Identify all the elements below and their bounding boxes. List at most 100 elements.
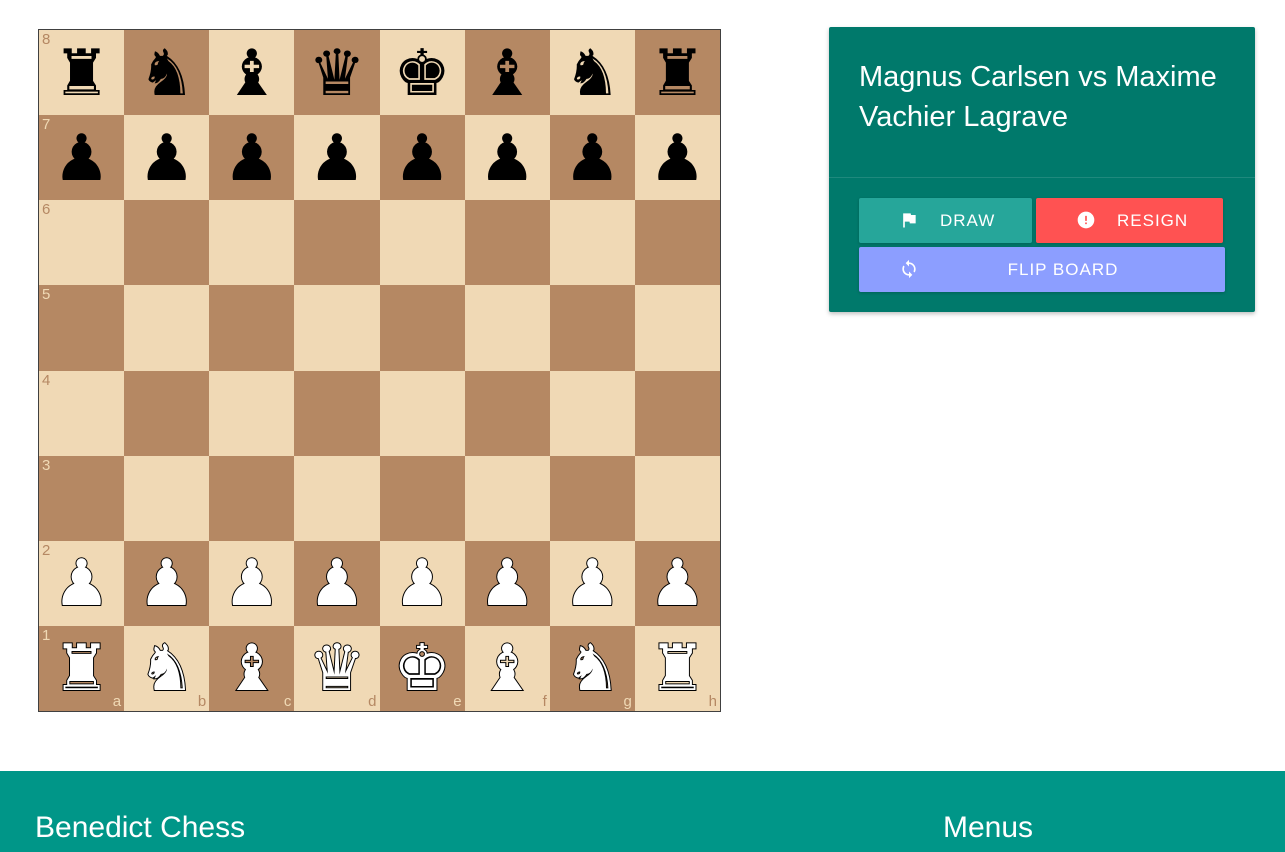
square-b6[interactable] (124, 200, 210, 286)
black-knight-icon[interactable]: ♞ (138, 42, 195, 106)
square-e8[interactable]: ♚ (379, 30, 465, 116)
black-knight-icon[interactable]: ♞ (564, 42, 621, 106)
square-b3[interactable] (124, 455, 210, 541)
square-f5[interactable] (464, 285, 550, 371)
white-pawn-icon[interactable]: ♟ (563, 551, 622, 617)
black-pawn-icon[interactable]: ♟ (479, 127, 536, 191)
square-b2[interactable]: ♟ (124, 540, 210, 626)
square-d7[interactable]: ♟ (294, 115, 380, 201)
white-knight-icon[interactable]: ♞ (563, 636, 622, 702)
black-bishop-icon[interactable]: ♝ (223, 42, 280, 106)
black-king-icon[interactable]: ♚ (393, 42, 450, 106)
black-pawn-icon[interactable]: ♟ (53, 127, 110, 191)
square-f2[interactable]: ♟ (464, 540, 550, 626)
square-g4[interactable] (549, 370, 635, 456)
square-b4[interactable] (124, 370, 210, 456)
square-a4[interactable]: 4 (39, 370, 125, 456)
black-rook-icon[interactable]: ♜ (649, 42, 706, 106)
square-c2[interactable]: ♟ (209, 540, 295, 626)
square-g6[interactable] (549, 200, 635, 286)
square-h8[interactable]: ♜ (634, 30, 720, 116)
square-g7[interactable]: ♟ (549, 115, 635, 201)
square-e5[interactable] (379, 285, 465, 371)
white-bishop-icon[interactable]: ♝ (477, 636, 536, 702)
square-h2[interactable]: ♟ (634, 540, 720, 626)
white-pawn-icon[interactable]: ♟ (648, 551, 707, 617)
resign-button[interactable]: RESIGN (1036, 198, 1223, 243)
square-d1[interactable]: d ♛ (294, 625, 380, 711)
square-f8[interactable]: ♝ (464, 30, 550, 116)
black-pawn-icon[interactable]: ♟ (649, 127, 706, 191)
black-queen-icon[interactable]: ♛ (308, 42, 365, 106)
white-knight-icon[interactable]: ♞ (137, 636, 196, 702)
white-pawn-icon[interactable]: ♟ (392, 551, 451, 617)
black-pawn-icon[interactable]: ♟ (223, 127, 280, 191)
square-a2[interactable]: 2 ♟ (39, 540, 125, 626)
black-pawn-icon[interactable]: ♟ (393, 127, 450, 191)
square-h6[interactable] (634, 200, 720, 286)
white-pawn-icon[interactable]: ♟ (137, 551, 196, 617)
square-h3[interactable] (634, 455, 720, 541)
square-c1[interactable]: c ♝ (209, 625, 295, 711)
square-e3[interactable] (379, 455, 465, 541)
square-e7[interactable]: ♟ (379, 115, 465, 201)
draw-button[interactable]: DRAW (859, 198, 1032, 243)
square-f1[interactable]: f ♝ (464, 625, 550, 711)
square-a5[interactable]: 5 (39, 285, 125, 371)
square-e1[interactable]: e ♚ (379, 625, 465, 711)
square-e6[interactable] (379, 200, 465, 286)
square-d2[interactable]: ♟ (294, 540, 380, 626)
square-f4[interactable] (464, 370, 550, 456)
square-e4[interactable] (379, 370, 465, 456)
square-h7[interactable]: ♟ (634, 115, 720, 201)
square-f6[interactable] (464, 200, 550, 286)
square-f7[interactable]: ♟ (464, 115, 550, 201)
chess-board[interactable]: 8 ♜ ♞ ♝ ♛ ♚ ♝ ♞ ♜ 7 ♟ ♟ ♟ ♟ ♟ ♟ ♟ ♟ 6 5 4 3 2 ♟ ♟ ♟ ♟ ♟ ♟ ♟ ♟ 1 a ♜ b ♞ c ♝ d ♛… (38, 29, 721, 712)
white-pawn-icon[interactable]: ♟ (307, 551, 366, 617)
black-pawn-icon[interactable]: ♟ (138, 127, 195, 191)
white-rook-icon[interactable]: ♜ (52, 636, 111, 702)
square-d5[interactable] (294, 285, 380, 371)
white-pawn-icon[interactable]: ♟ (477, 551, 536, 617)
square-c6[interactable] (209, 200, 295, 286)
square-c4[interactable] (209, 370, 295, 456)
square-g8[interactable]: ♞ (549, 30, 635, 116)
square-d4[interactable] (294, 370, 380, 456)
square-h1[interactable]: h ♜ (634, 625, 720, 711)
square-b1[interactable]: b ♞ (124, 625, 210, 711)
square-h5[interactable] (634, 285, 720, 371)
white-rook-icon[interactable]: ♜ (648, 636, 707, 702)
square-b7[interactable]: ♟ (124, 115, 210, 201)
square-a8[interactable]: 8 ♜ (39, 30, 125, 116)
square-b8[interactable]: ♞ (124, 30, 210, 116)
square-h4[interactable] (634, 370, 720, 456)
black-pawn-icon[interactable]: ♟ (564, 127, 621, 191)
square-c7[interactable]: ♟ (209, 115, 295, 201)
square-a7[interactable]: 7 ♟ (39, 115, 125, 201)
black-bishop-icon[interactable]: ♝ (479, 42, 536, 106)
square-d6[interactable] (294, 200, 380, 286)
white-pawn-icon[interactable]: ♟ (222, 551, 281, 617)
square-d8[interactable]: ♛ (294, 30, 380, 116)
square-a3[interactable]: 3 (39, 455, 125, 541)
white-pawn-icon[interactable]: ♟ (52, 551, 111, 617)
square-e2[interactable]: ♟ (379, 540, 465, 626)
white-queen-icon[interactable]: ♛ (307, 636, 366, 702)
square-a1[interactable]: 1 a ♜ (39, 625, 125, 711)
square-g1[interactable]: g ♞ (549, 625, 635, 711)
flip-board-button[interactable]: FLIP BOARD (859, 247, 1225, 292)
square-g3[interactable] (549, 455, 635, 541)
black-rook-icon[interactable]: ♜ (53, 42, 110, 106)
white-king-icon[interactable]: ♚ (392, 636, 451, 702)
white-bishop-icon[interactable]: ♝ (222, 636, 281, 702)
square-c8[interactable]: ♝ (209, 30, 295, 116)
square-c3[interactable] (209, 455, 295, 541)
square-d3[interactable] (294, 455, 380, 541)
square-f3[interactable] (464, 455, 550, 541)
square-g5[interactable] (549, 285, 635, 371)
square-a6[interactable]: 6 (39, 200, 125, 286)
square-c5[interactable] (209, 285, 295, 371)
black-pawn-icon[interactable]: ♟ (308, 127, 365, 191)
square-b5[interactable] (124, 285, 210, 371)
square-g2[interactable]: ♟ (549, 540, 635, 626)
